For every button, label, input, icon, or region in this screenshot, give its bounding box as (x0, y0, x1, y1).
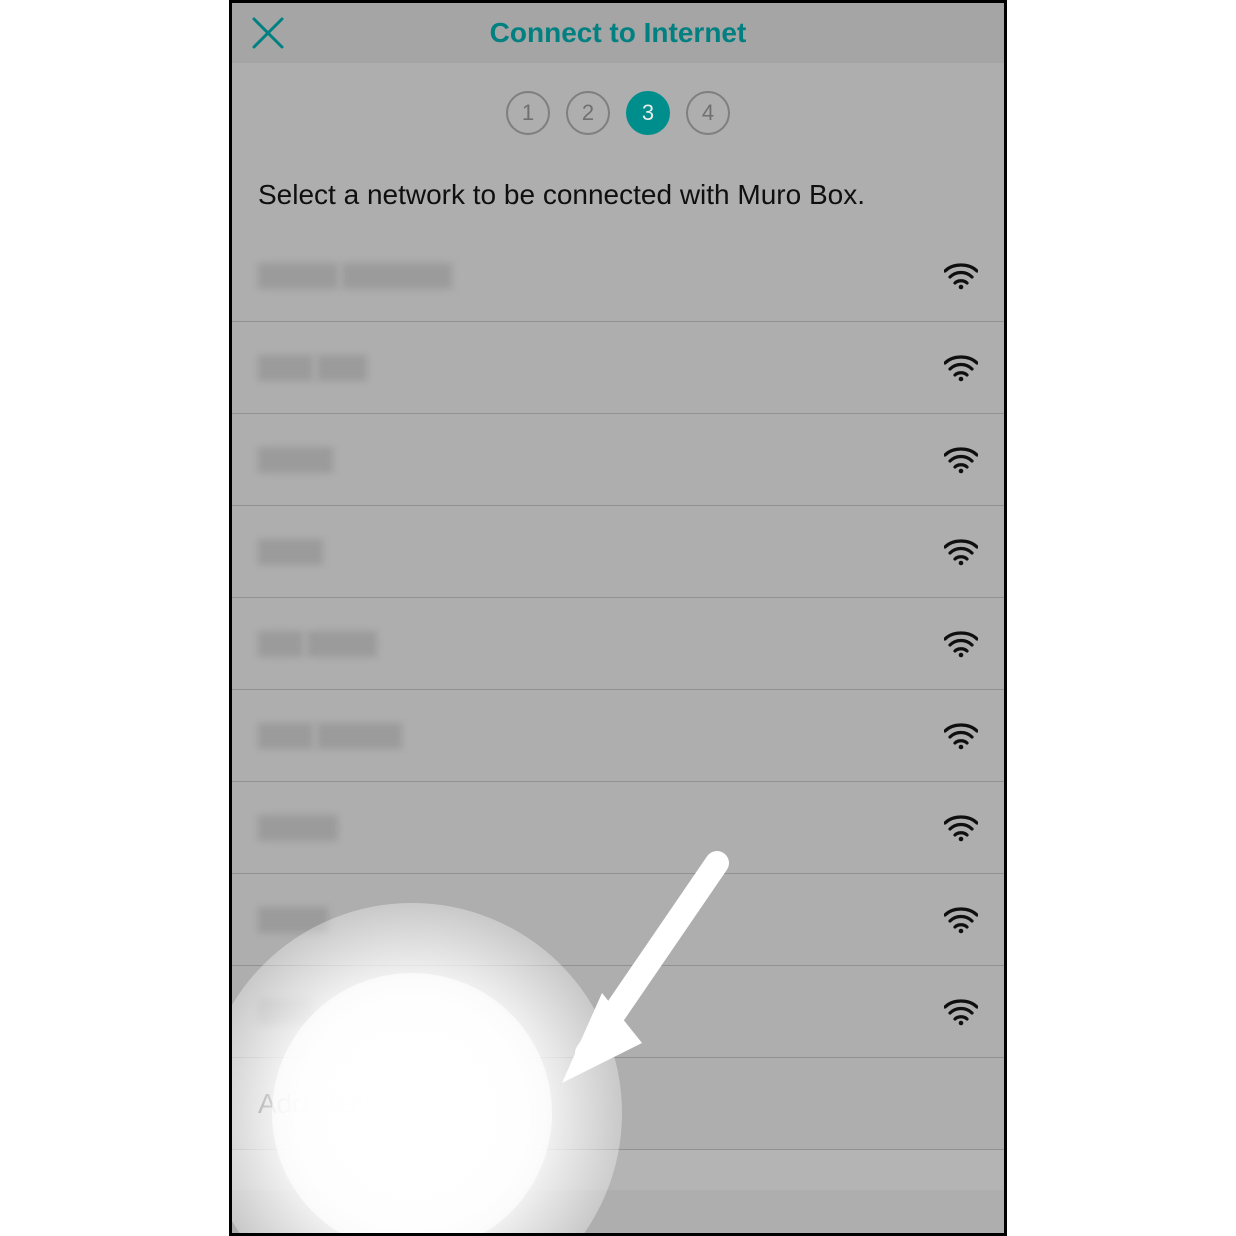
network-row[interactable] (232, 414, 1004, 506)
network-row[interactable] (232, 874, 1004, 966)
wifi-icon (944, 906, 978, 934)
step-indicator: 1 2 3 4 (232, 63, 1004, 163)
network-ssid-blurred (258, 355, 367, 381)
wifi-icon (944, 262, 978, 290)
network-ssid-blurred (258, 815, 338, 841)
wifi-icon (944, 814, 978, 842)
network-ssid-blurred (258, 631, 377, 657)
network-list: Add Network (232, 230, 1004, 1190)
network-ssid-blurred (258, 723, 402, 749)
network-ssid-blurred (258, 999, 313, 1025)
bottom-spacer (232, 1150, 1004, 1190)
close-icon (250, 15, 286, 51)
network-ssid-blurred (258, 263, 452, 289)
wifi-icon (944, 998, 978, 1026)
network-row[interactable] (232, 598, 1004, 690)
page-title: Connect to Internet (232, 17, 1004, 49)
network-ssid-blurred (258, 907, 328, 933)
close-button[interactable] (250, 15, 286, 51)
step-4: 4 (686, 91, 730, 135)
instruction-text: Select a network to be connected with Mu… (232, 163, 1004, 230)
step-1: 1 (506, 91, 550, 135)
network-ssid-blurred (258, 447, 333, 473)
header: Connect to Internet (232, 3, 1004, 63)
add-network-label: Add Network (258, 1088, 418, 1120)
step-3: 3 (626, 91, 670, 135)
wifi-icon (944, 446, 978, 474)
network-row[interactable] (232, 966, 1004, 1058)
wifi-icon (944, 722, 978, 750)
wifi-icon (944, 630, 978, 658)
network-ssid-blurred (258, 539, 323, 565)
network-row[interactable] (232, 322, 1004, 414)
network-row[interactable] (232, 690, 1004, 782)
network-row[interactable] (232, 782, 1004, 874)
wifi-icon (944, 538, 978, 566)
step-2: 2 (566, 91, 610, 135)
wifi-icon (944, 354, 978, 382)
add-network-button[interactable]: Add Network (232, 1058, 1004, 1150)
network-row[interactable] (232, 230, 1004, 322)
network-row[interactable] (232, 506, 1004, 598)
